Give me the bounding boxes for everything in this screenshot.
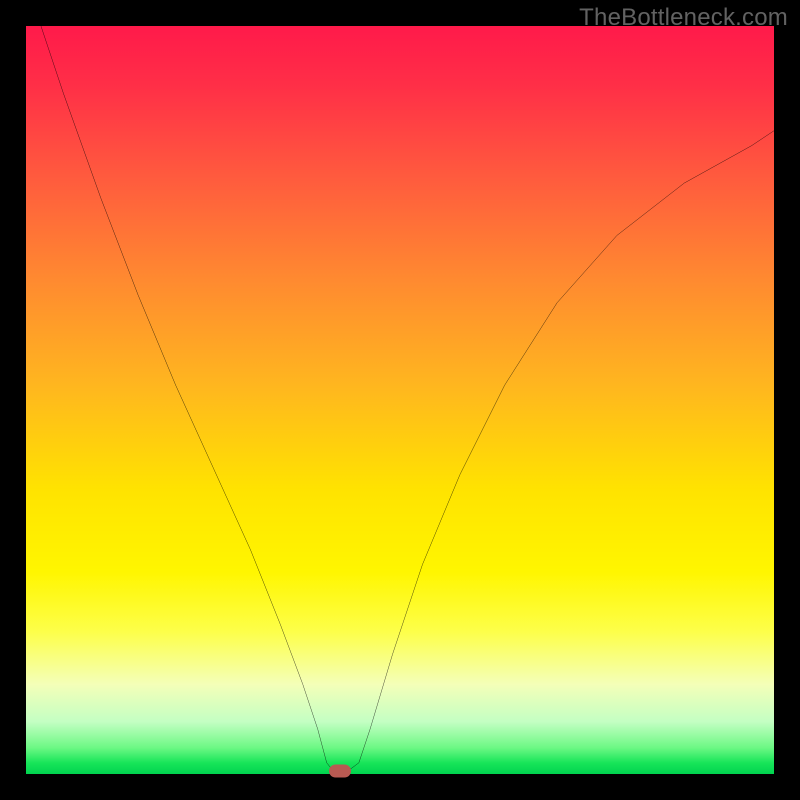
curve-svg [26,26,774,774]
watermark-label: TheBottleneck.com [579,4,788,32]
chart-frame: TheBottleneck.com [0,0,800,800]
plot-area [26,26,774,774]
optimal-marker [329,765,351,778]
curve-path [41,26,774,771]
